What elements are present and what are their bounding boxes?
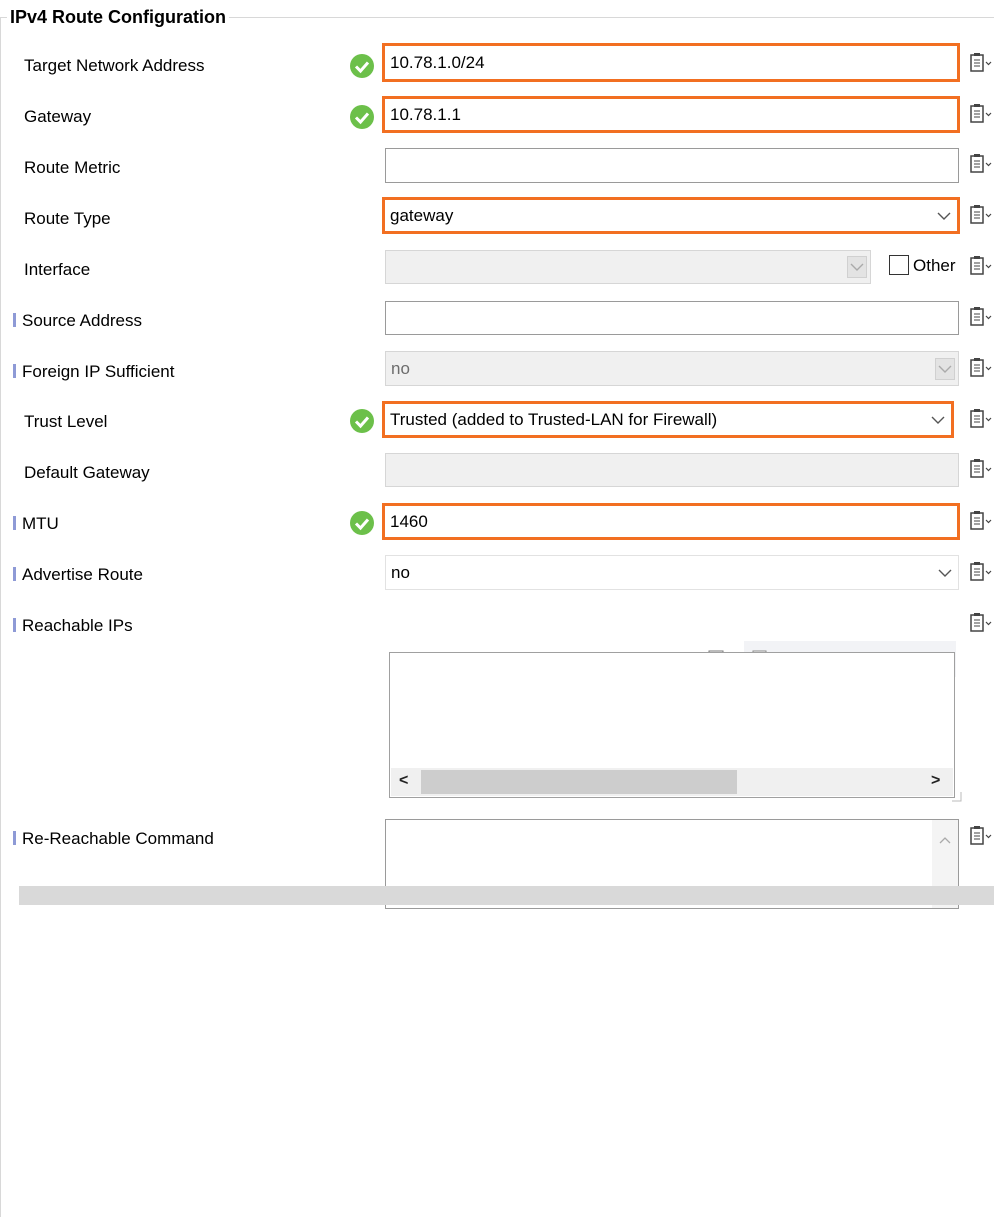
foreign-ip-label: Foreign IP Sufficient [13, 362, 174, 382]
chevron-down-icon[interactable] [934, 205, 954, 227]
resize-grip-icon[interactable] [950, 790, 962, 802]
chevron-down-icon[interactable] [928, 409, 948, 431]
advanced-marker [13, 831, 16, 845]
metric-label: Route Metric [24, 158, 121, 177]
clipboard-menu-icon[interactable] [969, 825, 993, 847]
advertise-label-text: Advertise Route [22, 565, 143, 584]
advanced-marker [13, 567, 16, 581]
check-circle-icon [350, 54, 374, 78]
metric-input[interactable] [385, 148, 959, 183]
mtu-input[interactable]: 1460 [382, 503, 960, 540]
clipboard-menu-icon[interactable] [969, 561, 993, 583]
advertise-select[interactable]: no [385, 555, 959, 590]
target-label: Target Network Address [24, 56, 205, 75]
scroll-left-icon[interactable]: < [399, 772, 408, 790]
mtu-label-text: MTU [22, 514, 59, 533]
clipboard-menu-icon[interactable] [969, 510, 993, 532]
clipboard-menu-icon[interactable] [969, 357, 993, 379]
clipboard-menu-icon[interactable] [969, 255, 993, 277]
advanced-marker [13, 364, 16, 378]
foreign-ip-select[interactable]: no [385, 351, 959, 386]
route-type-value: gateway [390, 205, 454, 225]
gateway-label: Gateway [24, 107, 92, 126]
gateway-input[interactable]: 10.78.1.1 [382, 96, 960, 133]
clipboard-menu-icon[interactable] [969, 408, 993, 430]
route-type-label: Route Type [24, 209, 111, 228]
source-input[interactable] [385, 301, 959, 335]
route-type-select[interactable]: gateway [382, 197, 960, 234]
clipboard-menu-icon[interactable] [969, 204, 993, 226]
clipboard-menu-icon[interactable] [969, 306, 993, 328]
check-circle-icon [350, 105, 374, 129]
target-input[interactable]: 10.78.1.0/24 [382, 43, 960, 82]
rereach-label: Re-Reachable Command [13, 829, 214, 849]
mtu-label: MTU [13, 514, 59, 534]
scrollbar-thumb[interactable] [421, 770, 737, 794]
rereach-label-text: Re-Reachable Command [22, 829, 214, 848]
clipboard-menu-icon[interactable] [969, 153, 993, 175]
foreign-ip-value: no [391, 358, 410, 378]
chevron-down-icon[interactable] [935, 562, 955, 584]
scroll-up-icon[interactable] [939, 836, 951, 844]
reachable-label-text: Reachable IPs [22, 616, 133, 635]
other-checkbox[interactable] [889, 255, 909, 275]
chevron-down-icon [847, 256, 867, 278]
clipboard-menu-icon[interactable] [969, 612, 993, 634]
clipboard-menu-icon[interactable] [969, 52, 993, 74]
clipboard-menu-icon[interactable] [969, 103, 993, 125]
group-title: IPv4 Route Configuration [7, 5, 229, 29]
interface-label: Interface [24, 260, 91, 279]
trust-value: Trusted (added to Trusted-LAN for Firewa… [390, 409, 718, 429]
advertise-value: no [391, 562, 410, 582]
source-label: Source Address [13, 311, 142, 331]
bottom-scrollbar[interactable] [19, 886, 994, 905]
scroll-right-icon[interactable]: > [931, 772, 940, 790]
trust-label: Trust Level [24, 412, 108, 431]
interface-select[interactable] [385, 250, 871, 284]
clipboard-menu-icon[interactable] [969, 458, 993, 480]
foreign-ip-label-text: Foreign IP Sufficient [22, 362, 175, 381]
reachable-label: Reachable IPs [13, 616, 133, 636]
advanced-marker [13, 618, 16, 632]
trust-select[interactable]: Trusted (added to Trusted-LAN for Firewa… [382, 401, 954, 438]
check-circle-icon [350, 409, 374, 433]
advanced-marker [13, 516, 16, 530]
default-gateway-label: Default Gateway [24, 463, 150, 482]
default-gateway-input [385, 453, 959, 487]
chevron-down-icon [935, 357, 955, 380]
horizontal-scrollbar[interactable]: < > [391, 768, 953, 796]
check-circle-icon [350, 511, 374, 535]
other-checkbox-label: Other [913, 256, 956, 275]
source-label-text: Source Address [22, 311, 143, 330]
advanced-marker [13, 313, 16, 327]
advertise-label: Advertise Route [13, 565, 143, 585]
